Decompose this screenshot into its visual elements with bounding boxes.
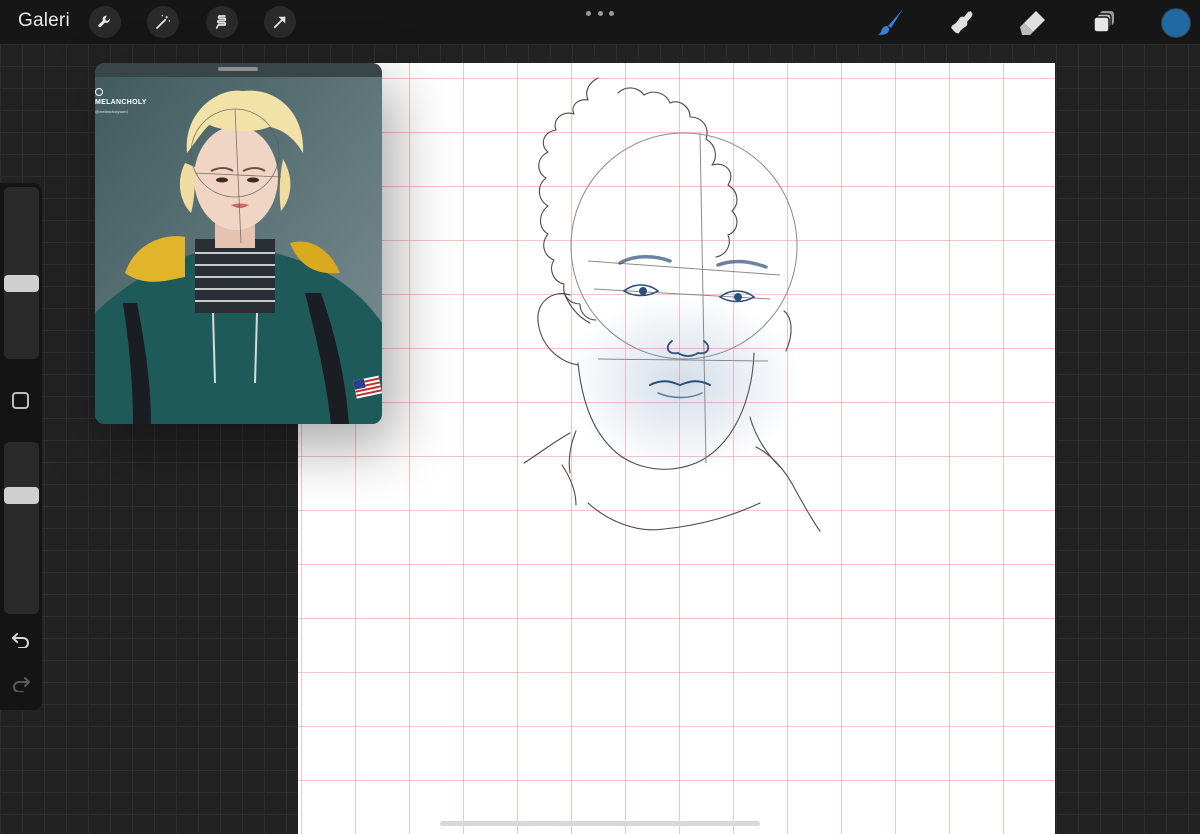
gallery-button[interactable]: Galeri [18, 10, 70, 32]
reference-photo [95, 63, 382, 424]
right-iris [734, 293, 742, 301]
undo-icon [12, 633, 29, 648]
more-options-icon[interactable] [586, 6, 614, 20]
undo-button[interactable] [9, 630, 33, 650]
selection-button[interactable] [206, 6, 238, 38]
procreate-app: Galeri MELANCHOLY @melancholyssed [0, 0, 1200, 834]
right-brow [716, 259, 768, 269]
redo-button[interactable] [9, 674, 33, 694]
watermark-text: MELANCHOLY [95, 99, 147, 106]
transform-button[interactable] [264, 6, 296, 38]
collar-v [587, 502, 761, 531]
modify-button[interactable] [12, 392, 29, 409]
opacity-thumb[interactable] [4, 487, 39, 504]
brush-size-slider[interactable] [4, 187, 39, 359]
watermark-logo-icon [95, 88, 103, 96]
collar-right [755, 446, 821, 532]
adjustments-button[interactable] [147, 6, 179, 38]
smudge-icon [951, 11, 973, 34]
transform-arrow-icon [273, 16, 286, 29]
layers-icon [1093, 11, 1114, 33]
dot [586, 10, 591, 16]
collar-left [523, 432, 571, 464]
hair-bottom-left [563, 292, 591, 324]
home-indicator[interactable] [440, 821, 760, 826]
wrench-icon [98, 15, 110, 28]
layers-button[interactable] [1088, 6, 1120, 38]
left-iris [639, 287, 647, 295]
eraser-icon [1020, 11, 1045, 35]
paint-tool-button[interactable] [875, 6, 907, 38]
opacity-slider[interactable] [4, 442, 39, 614]
shoulder-left [561, 464, 577, 506]
pencil-sketch [523, 77, 821, 532]
smudge-tool-button[interactable] [946, 6, 978, 38]
drag-handle[interactable] [218, 67, 258, 71]
selection-icon [215, 15, 227, 29]
brush-size-thumb[interactable] [4, 275, 39, 292]
hair-outline [538, 77, 599, 321]
neck-left [568, 430, 577, 474]
color-picker-button[interactable] [1161, 8, 1191, 38]
reference-drag-bar[interactable] [95, 63, 382, 77]
watermark-subtext: @melancholyssed [95, 109, 128, 114]
eraser-tool-button[interactable] [1017, 6, 1049, 38]
dot [609, 10, 614, 16]
hair-outline-right [617, 87, 738, 258]
actions-button[interactable] [89, 6, 121, 38]
dot [597, 10, 603, 16]
brush-icon [878, 9, 903, 35]
magic-wand-icon [156, 14, 171, 29]
reference-window[interactable]: MELANCHOLY @melancholyssed [95, 63, 382, 424]
redo-icon [13, 677, 30, 692]
left-brow [618, 255, 672, 265]
top-toolbar: Galeri [0, 0, 1200, 44]
left-sidebar [0, 183, 42, 710]
drawing-canvas[interactable] [298, 63, 1055, 834]
